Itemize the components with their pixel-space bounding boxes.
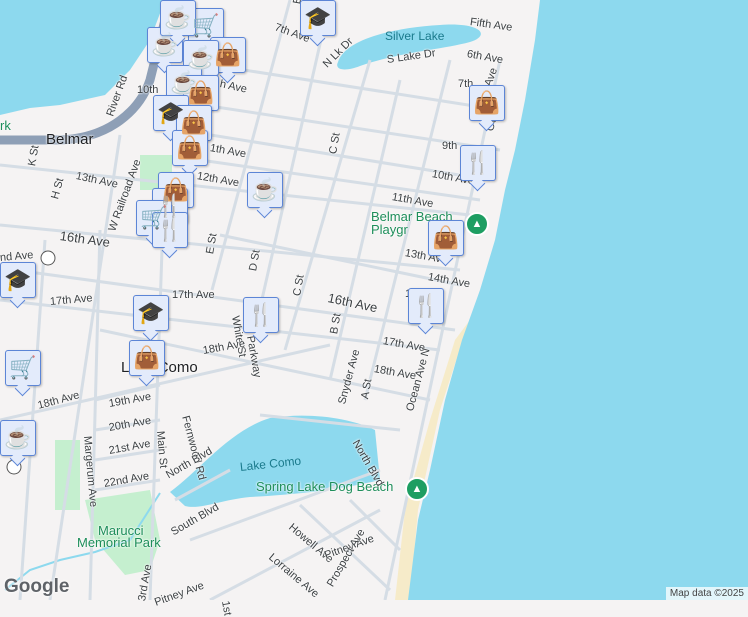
grocery-icon: 🛒 (192, 13, 220, 38)
cafe-icon: ☕ (4, 425, 32, 450)
restaurant-icon: 🍴 (412, 293, 440, 318)
restaurant-marker[interactable]: 🍴 (408, 288, 444, 324)
cafe-marker[interactable]: ☕ (160, 0, 196, 36)
school-marker[interactable]: 🎓 (0, 262, 36, 298)
shopping-marker[interactable]: 👜 (469, 85, 505, 121)
restaurant-icon: 🍴 (247, 302, 275, 327)
restaurant-marker[interactable]: 🍴 (243, 297, 279, 333)
street-label: 9th (442, 140, 458, 152)
park-tree-icon[interactable]: ▲ (405, 477, 429, 501)
school-icon: 🎓 (304, 5, 332, 30)
google-logo: Google (4, 576, 70, 597)
street-label: 17th Ave (172, 289, 215, 301)
grocery-marker[interactable]: 🛒 (5, 350, 41, 386)
shopping-icon: 👜 (432, 225, 460, 250)
shopping-icon: 👜 (176, 135, 204, 160)
cafe-icon: ☕ (164, 5, 192, 30)
shopping-marker[interactable]: 👜 (172, 130, 208, 166)
restaurant-icon: 🍴 (156, 217, 184, 242)
park-label-marucci-2: Memorial Park (77, 535, 161, 550)
restaurant-marker[interactable]: 🍴 (152, 212, 188, 248)
shopping-icon: 👜 (214, 42, 242, 67)
shopping-icon: 👜 (133, 345, 161, 370)
park-label-partial: rk (0, 118, 11, 133)
cafe-icon: ☕ (251, 177, 279, 202)
restaurant-marker[interactable]: 🍴 (460, 145, 496, 181)
cafe-marker[interactable]: ☕ (147, 27, 183, 63)
school-marker[interactable]: 🎓 (300, 0, 336, 36)
water-label-silver-lake: Silver Lake (385, 29, 445, 43)
school-icon: 🎓 (137, 300, 165, 325)
shopping-icon: 👜 (180, 110, 208, 135)
school-marker[interactable]: 🎓 (133, 295, 169, 331)
school-icon: 🎓 (4, 267, 32, 292)
shopping-marker[interactable]: 👜 (129, 340, 165, 376)
restaurant-icon: 🍴 (464, 150, 492, 175)
place-label-belmar: Belmar (46, 131, 94, 148)
cafe-icon: ☕ (151, 32, 179, 57)
cafe-marker[interactable]: ☕ (247, 172, 283, 208)
map-attribution[interactable]: Map data ©2025 (665, 587, 748, 600)
grocery-icon: 🛒 (9, 355, 37, 380)
cafe-icon: ☕ (187, 45, 215, 70)
park-tree-icon[interactable]: ▲ (465, 212, 489, 236)
cafe-marker[interactable]: ☕ (0, 420, 36, 456)
shopping-icon: 👜 (473, 90, 501, 115)
street-label: 1st (219, 599, 234, 617)
shopping-marker[interactable]: 👜 (428, 220, 464, 256)
shopping-icon: 👜 (187, 80, 215, 105)
